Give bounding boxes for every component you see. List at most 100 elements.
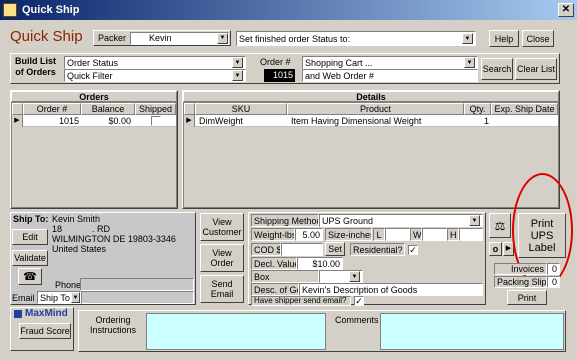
packer-label: Packer [98,33,127,43]
chevron-down-icon: ▼ [232,70,243,81]
phone-icon[interactable]: ☎ [18,268,42,285]
search-button[interactable]: Search [481,58,513,80]
close-button[interactable]: Close [522,30,554,47]
orders-col-order: Order # [23,103,81,115]
shipper-send-email-checkbox[interactable]: ✓ [354,296,364,306]
residential-checkbox[interactable]: ✓ [408,245,418,255]
phone-label: Phone [55,280,82,290]
orders-row-selector-header [12,103,23,115]
table-row[interactable]: DimWeight Item Having Dimensional Weight… [195,115,558,127]
ordering-instructions-line1: Ordering [95,315,131,325]
chevron-down-icon: ▼ [349,271,360,282]
packing-slips-label: Packing Slips [494,276,547,288]
shipper-send-email-label: Have shipper send email? [251,296,351,306]
size-label: Size-inches [325,228,372,241]
send-email-line2: Email [210,289,234,299]
box-label: Box [251,270,319,283]
width-input[interactable] [422,228,447,241]
ship-to-city: WILMINGTON DE 19803-3346 [52,234,176,244]
build-list-label-line2: of Orders [15,67,56,77]
email-field[interactable] [81,291,194,304]
chevron-down-icon: ▼ [232,57,243,68]
width-label: W [410,228,422,241]
comments-field[interactable] [380,313,564,350]
app-icon [3,3,17,17]
height-label: H [447,228,459,241]
email-label: Email [12,293,35,303]
print-button[interactable]: Print [507,290,547,305]
view-customer-line2: Customer [202,227,242,237]
packer-select[interactable]: Kevin ▼ [130,31,229,45]
build-list-label: Build List of Orders [15,56,56,78]
box-select[interactable]: ▼ [319,270,363,283]
desc-of-goods-label: Desc. of Goods [251,283,299,296]
product-cell: Item Having Dimensional Weight [291,116,422,126]
finished-status-select[interactable]: Set finished order Status to: ▼ [236,31,476,46]
residential-label: Residential? [350,243,405,256]
comments-label: Comments [335,315,379,325]
chevron-down-icon: ▼ [462,33,473,44]
shipping-method-label: Shipping Method [251,214,319,227]
invoices-count[interactable]: 0 [547,263,560,275]
send-email-button[interactable]: Send Email [200,275,244,303]
o-button[interactable]: o [489,242,502,256]
packer-value: Kevin [149,33,172,43]
view-order-line2: Order [210,258,234,268]
sku-cell: DimWeight [199,116,243,126]
ship-to-name: Kevin Smith [52,214,101,224]
ordering-instructions-field[interactable] [146,313,326,350]
table-row[interactable]: 1015 $0.00 [23,115,176,127]
view-order-button[interactable]: View Order [200,244,244,272]
details-grid: SKU Product Qty. Exp. Ship Date ▶ DimWei… [183,102,559,208]
height-input[interactable] [459,228,483,241]
view-customer-button[interactable]: View Customer [200,213,244,241]
quick-filter-select[interactable]: Quick Filter ▼ [64,69,246,82]
details-col-product: Product [287,103,464,115]
cod-input[interactable] [281,243,323,256]
chevron-down-icon: ▼ [464,57,475,68]
length-input[interactable] [385,228,410,241]
clear-list-button[interactable]: Clear List [515,58,557,80]
length-label: L [373,228,385,241]
view-order-line1: View [212,248,232,258]
details-row-selector[interactable]: ▶ [184,115,195,127]
email-target-select[interactable]: Ship To ▼ [37,291,81,304]
details-row-selector-header [184,103,195,115]
ship-to-street: 18 . RD [52,224,111,234]
order-number-input[interactable]: 1015 [264,69,295,82]
cod-set-button[interactable]: Set [325,242,345,256]
maxmind-logo-icon [14,309,22,318]
details-col-qty: Qty. [464,103,491,115]
chevron-down-icon: ▼ [71,292,80,303]
build-list-label-line1: Build List [15,56,56,66]
help-button[interactable]: Help [489,30,519,47]
fraud-score-button[interactable]: Fraud Score [19,323,71,339]
maxmind-logo: MaxMind [14,308,68,319]
validate-address-button[interactable]: Validate [12,250,48,266]
phone-field[interactable] [80,278,194,291]
app-title: Quick Ship [10,28,83,45]
email-target-value: Ship To [40,292,70,303]
orders-col-balance: Balance [81,103,135,115]
orders-title: Orders [11,91,177,102]
details-title: Details [183,91,559,102]
declared-value-label: Decl. Value [251,257,297,270]
desc-of-goods-input[interactable]: Kevin's Description of Goods [299,283,483,296]
view-customer-line1: View [212,217,232,227]
qty-cell: 1 [483,116,489,126]
orders-grid: Order # Balance Shipped ▶ 1015 $0.00 [11,102,177,208]
declared-value-input[interactable]: $10.00 [297,257,343,270]
edit-address-button[interactable]: Edit [12,229,48,245]
weight-input[interactable]: 5.00 [295,228,323,241]
scale-icon[interactable]: ⚖ [489,213,511,238]
orders-row-selector[interactable]: ▶ [12,115,23,127]
order-status-select[interactable]: Order Status ▼ [64,56,246,69]
shipping-method-select[interactable]: UPS Ground ▼ [319,214,483,227]
invoices-label: Invoices [494,263,547,275]
packing-slips-count[interactable]: 0 [547,276,560,288]
cod-label: COD $ [251,243,281,256]
web-order-input[interactable]: and Web Order # [302,69,478,82]
window-close-button[interactable]: ✕ [558,3,574,17]
shipped-checkbox[interactable] [151,116,161,126]
shopping-cart-select[interactable]: Shopping Cart ... ▼ [302,56,478,69]
